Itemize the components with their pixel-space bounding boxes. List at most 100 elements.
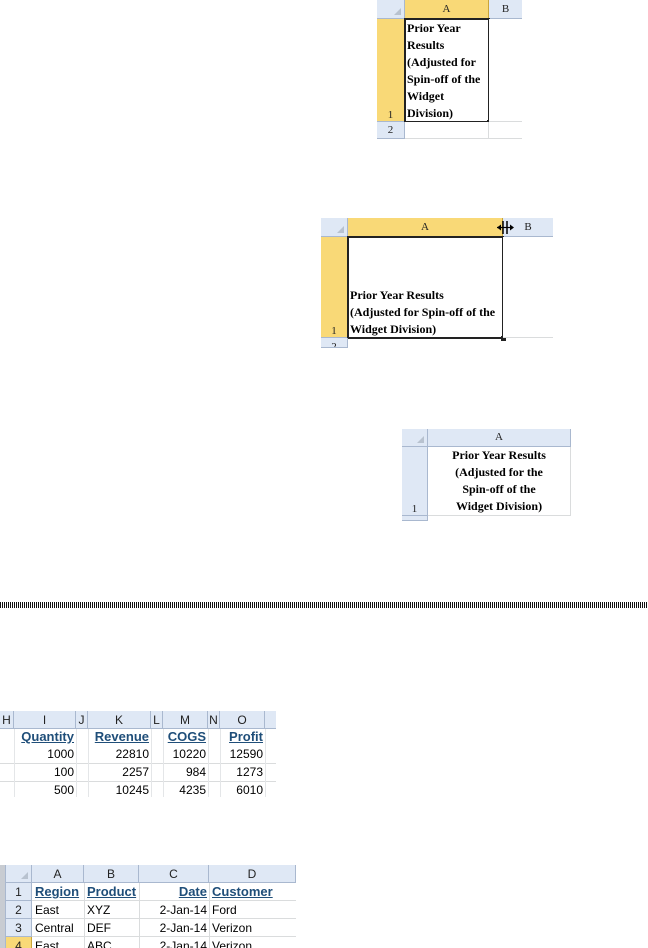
select-all-corner[interactable] bbox=[321, 218, 348, 237]
row-header-1[interactable]: 1 bbox=[321, 237, 348, 338]
row-header-1[interactable]: 1 bbox=[402, 447, 428, 516]
column-header-o[interactable]: O bbox=[220, 711, 265, 729]
panel-5-spreadsheet: A B C D 1 2 3 4 Region Product Date Cust… bbox=[0, 865, 296, 948]
cell-text-line: Spin-off of the bbox=[462, 482, 536, 496]
selection-border bbox=[404, 18, 490, 123]
column-header-b[interactable]: B bbox=[489, 0, 522, 19]
cell-text-line: Widget Division) bbox=[455, 499, 543, 513]
cell-revenue[interactable]: 10245 bbox=[88, 783, 151, 797]
cell-profit[interactable]: 1273 bbox=[220, 765, 265, 779]
column-header-a[interactable]: A bbox=[348, 218, 503, 237]
table-row: East XYZ 2-Jan-14 Ford bbox=[32, 901, 296, 919]
header-row: Quantity Revenue COGS Profit bbox=[0, 729, 276, 747]
cell-profit[interactable]: 6010 bbox=[220, 783, 265, 797]
column-header-n[interactable]: N bbox=[208, 711, 220, 729]
header-date[interactable]: Date bbox=[179, 884, 207, 899]
column-header-edge bbox=[265, 711, 276, 729]
row-header-1[interactable]: 1 bbox=[377, 19, 405, 122]
gridline bbox=[265, 729, 266, 797]
column-header-d[interactable]: D bbox=[209, 865, 296, 883]
header-profit[interactable]: Profit bbox=[229, 729, 263, 744]
column-header-i[interactable]: I bbox=[14, 711, 76, 729]
cell-revenue[interactable]: 22810 bbox=[88, 747, 151, 761]
panel-2-spreadsheet: A B 1 Prior Year Results (Adjusted for S… bbox=[321, 218, 553, 348]
cell-customer[interactable]: Verizon bbox=[212, 919, 296, 937]
column-resize-cursor-icon[interactable] bbox=[497, 220, 515, 235]
cell-cogs[interactable]: 4235 bbox=[163, 783, 208, 797]
header-customer[interactable]: Customer bbox=[212, 884, 273, 899]
cell-profit[interactable]: 12590 bbox=[220, 747, 265, 761]
cell-revenue[interactable]: 2257 bbox=[88, 765, 151, 779]
gridline bbox=[209, 883, 210, 948]
column-header-h[interactable]: H bbox=[0, 711, 14, 729]
column-header-a[interactable]: A bbox=[405, 0, 489, 19]
gridline bbox=[208, 729, 209, 797]
row-header-3[interactable]: 3 bbox=[6, 919, 32, 937]
header-region[interactable]: Region bbox=[35, 884, 79, 899]
gridline bbox=[139, 883, 140, 948]
row-header-4[interactable]: 4 bbox=[6, 937, 32, 948]
cell-region[interactable]: East bbox=[35, 901, 85, 919]
cell-region[interactable]: East bbox=[35, 937, 85, 948]
section-divider bbox=[0, 602, 648, 608]
gridline bbox=[14, 729, 15, 797]
row-header-2[interactable]: 2 bbox=[6, 901, 32, 919]
column-header-c[interactable]: C bbox=[139, 865, 209, 883]
column-header-l[interactable]: L bbox=[151, 711, 163, 729]
column-header-a[interactable]: A bbox=[32, 865, 84, 883]
cell-b2[interactable] bbox=[489, 122, 522, 139]
cell-customer[interactable]: Verizon bbox=[212, 937, 296, 948]
panel-4-spreadsheet: H I J K L M N O Quantity Revenue COGS Pr… bbox=[0, 711, 276, 797]
cell-date[interactable]: 2-Jan-14 bbox=[139, 901, 209, 919]
cell-cogs[interactable]: 10220 bbox=[163, 747, 208, 761]
row-number: 1 bbox=[411, 503, 418, 515]
row-header-2[interactable] bbox=[402, 516, 428, 521]
cell-cogs[interactable]: 984 bbox=[163, 765, 208, 779]
header-cogs[interactable]: COGS bbox=[168, 729, 206, 744]
panel-1-spreadsheet: A B 1 Prior Year Results (Adjusted for S… bbox=[377, 0, 522, 140]
header-quantity[interactable]: Quantity bbox=[21, 729, 74, 744]
row-number: 1 bbox=[387, 109, 394, 121]
gridline bbox=[76, 729, 77, 797]
gridline bbox=[151, 729, 152, 797]
header-row: Region Product Date Customer bbox=[32, 883, 296, 901]
cell-b1[interactable] bbox=[503, 237, 553, 338]
table-row: East ABC 2-Jan-14 Verizon bbox=[32, 937, 296, 948]
cell-text-line: Prior Year Results bbox=[452, 448, 546, 462]
cell-quantity[interactable]: 500 bbox=[14, 783, 76, 797]
cell-customer[interactable]: Ford bbox=[212, 901, 296, 919]
column-header-b[interactable]: B bbox=[84, 865, 139, 883]
cell-a1[interactable]: Prior Year Results (Adjusted for the Spi… bbox=[428, 447, 571, 516]
cell-quantity[interactable]: 1000 bbox=[14, 747, 76, 761]
header-product[interactable]: Product bbox=[87, 884, 136, 899]
column-header-j[interactable]: J bbox=[76, 711, 88, 729]
row-header-2[interactable]: 2 bbox=[377, 122, 405, 139]
row-number: 1 bbox=[331, 325, 337, 337]
cell-date[interactable]: 2-Jan-14 bbox=[139, 919, 209, 937]
column-header-k[interactable]: K bbox=[88, 711, 151, 729]
cell-quantity[interactable]: 100 bbox=[14, 765, 76, 779]
column-header-m[interactable]: M bbox=[163, 711, 208, 729]
cell-date[interactable]: 2-Jan-14 bbox=[139, 937, 209, 948]
cell-product[interactable]: DEF bbox=[87, 919, 142, 937]
table-row: 500 10245 4235 6010 bbox=[0, 783, 276, 797]
select-all-corner[interactable] bbox=[6, 865, 32, 883]
header-revenue[interactable]: Revenue bbox=[95, 729, 149, 744]
gridline bbox=[84, 883, 85, 948]
select-all-corner[interactable] bbox=[377, 0, 405, 19]
table-row: Central DEF 2-Jan-14 Verizon bbox=[32, 919, 296, 937]
gridline bbox=[88, 729, 89, 797]
cell-a2[interactable] bbox=[405, 122, 489, 139]
gridline bbox=[163, 729, 164, 797]
gridline bbox=[220, 729, 221, 797]
selection-border bbox=[347, 236, 504, 339]
row-header-1[interactable]: 1 bbox=[6, 883, 32, 901]
column-header-a[interactable]: A bbox=[428, 429, 571, 447]
row-header-2[interactable]: 2 bbox=[321, 338, 348, 348]
cell-region[interactable]: Central bbox=[35, 919, 85, 937]
select-all-corner[interactable] bbox=[402, 429, 428, 447]
cell-product[interactable]: XYZ bbox=[87, 901, 142, 919]
cell-b1[interactable] bbox=[489, 19, 522, 122]
table-row: 1000 22810 10220 12590 bbox=[0, 747, 276, 764]
cell-product[interactable]: ABC bbox=[87, 937, 142, 948]
